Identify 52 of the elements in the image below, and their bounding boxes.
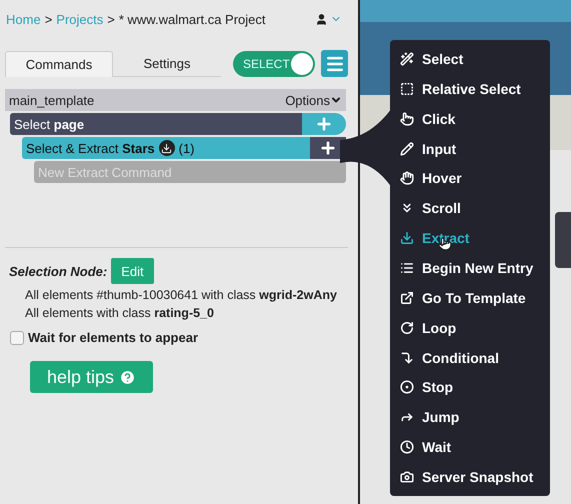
breadcrumb-separator: > [107, 12, 115, 26]
command-text: Select & Extract Stars [26, 140, 155, 156]
menu-item[interactable]: Begin New Entry [390, 253, 550, 283]
command-text: Select page [14, 116, 84, 132]
breadcrumb-current: * www.walmart.ca Project [118, 12, 266, 26]
template-name: main_template [9, 92, 94, 108]
plus-icon [319, 139, 337, 157]
pencil-icon [400, 142, 414, 156]
breadcrumb-separator: > [44, 12, 52, 26]
wand-icon [400, 52, 414, 66]
user-icon [315, 12, 328, 26]
tab[interactable]: Settings [113, 51, 221, 77]
menu-item[interactable]: Wait [390, 432, 550, 462]
menu-item[interactable]: Hover [390, 163, 550, 194]
download-icon [400, 231, 414, 246]
help-icon [119, 368, 136, 386]
selection-description: All elements #thumb-10030641 with class wgrid-2wAny [25, 288, 338, 302]
wait-checkbox[interactable] [10, 330, 24, 344]
menu-item[interactable]: Scroll [390, 193, 550, 224]
user-menu-button[interactable] [315, 12, 342, 26]
selection-description: All elements with class rating-5_0 [25, 306, 215, 320]
menu-item[interactable]: Go To Template [390, 282, 550, 313]
selection-node-label: Selection Node: [9, 264, 108, 278]
tab[interactable]: Commands [5, 51, 113, 77]
tooltip-edge [555, 212, 571, 268]
external-link-icon [400, 290, 414, 305]
menu-item[interactable]: Relative Select [390, 74, 550, 104]
plus-icon [315, 115, 333, 133]
menu-item[interactable]: Loop [390, 312, 550, 343]
menu-item[interactable]: Jump [390, 402, 550, 432]
command-label[interactable]: Select & Extract Stars (1) [22, 137, 310, 159]
rotate-icon [400, 320, 414, 335]
checkbox-label: Wait for elements to appear [28, 330, 198, 345]
frame-icon [400, 82, 414, 96]
menu-item[interactable]: Input [390, 134, 550, 164]
command-count: (1) [178, 140, 195, 156]
command-label[interactable]: Select page [10, 113, 302, 135]
menu-item[interactable]: Click [390, 104, 550, 134]
camera-icon [400, 470, 414, 484]
circle-icon [400, 380, 414, 394]
pointer-hand-icon [400, 112, 414, 126]
options-dropdown[interactable]: Options [285, 92, 342, 108]
menu-item[interactable]: Select [390, 44, 550, 74]
corner-arrow-icon [400, 350, 414, 365]
list-icon [400, 260, 414, 275]
download-icon [158, 140, 175, 156]
clock-icon [400, 440, 414, 454]
menu-item[interactable]: Conditional [390, 342, 550, 372]
menu-button[interactable] [321, 50, 348, 77]
menu-item[interactable]: Stop [390, 372, 550, 402]
menu-item[interactable]: Server Snapshot [390, 462, 550, 492]
hand-icon [400, 171, 414, 186]
